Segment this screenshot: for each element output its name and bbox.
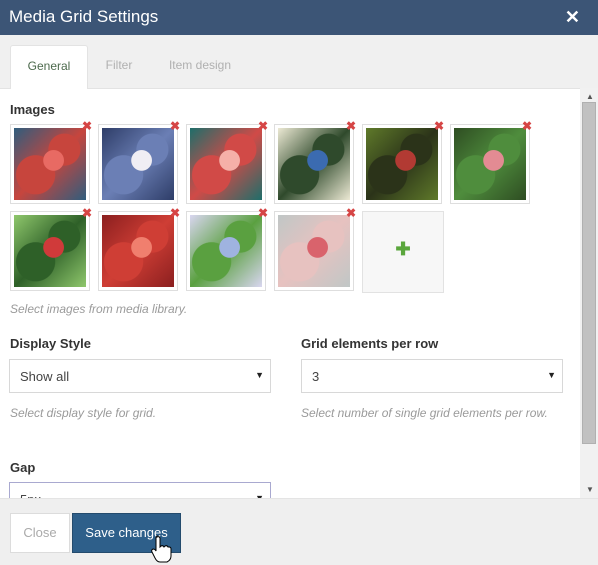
- dialog-footer: Close Save changes: [0, 498, 598, 565]
- chevron-down-icon: ▼: [547, 370, 556, 380]
- chevron-down-icon: ▼: [255, 370, 264, 380]
- tab-item-design[interactable]: Item design: [158, 45, 242, 88]
- grid-per-row-label: Grid elements per row: [301, 336, 439, 351]
- flower-image: [278, 128, 350, 200]
- image-thumbnail[interactable]: ✖: [10, 120, 92, 204]
- scroll-down-icon[interactable]: ▼: [586, 485, 594, 494]
- tab-bar: General Filter Item design: [0, 35, 598, 89]
- image-thumbnail[interactable]: ✖: [362, 120, 444, 204]
- delete-image-icon[interactable]: ✖: [257, 120, 269, 132]
- settings-content: Images ✖ ✖ ✖ ✖ ✖ ✖ ✖ ✖ ✖ ✖ ✚ Select images from m…: [0, 89, 578, 498]
- delete-image-icon[interactable]: ✖: [345, 207, 357, 219]
- flower-image: [278, 215, 350, 287]
- dialog-titlebar: Media Grid Settings ✕: [0, 0, 598, 35]
- image-thumbnail[interactable]: ✖: [274, 207, 356, 291]
- plus-icon: ✚: [395, 239, 411, 259]
- media-grid-settings-dialog: Media Grid Settings ✕ General Filter Ite…: [0, 0, 598, 565]
- tab-general[interactable]: General: [10, 45, 88, 89]
- display-style-select[interactable]: Show all ▼: [9, 359, 271, 393]
- scroll-thumb[interactable]: [582, 102, 596, 444]
- content-scrollbar[interactable]: ▲ ▼: [580, 88, 598, 498]
- delete-image-icon[interactable]: ✖: [81, 207, 93, 219]
- gap-label: Gap: [10, 460, 36, 475]
- flower-image: [366, 128, 438, 200]
- gap-select[interactable]: 5px ▼: [9, 482, 271, 498]
- image-thumbnail[interactable]: ✖: [450, 120, 532, 204]
- grid-per-row-select[interactable]: 3 ▼: [301, 359, 563, 393]
- image-thumbnail[interactable]: ✖: [186, 207, 268, 291]
- delete-image-icon[interactable]: ✖: [169, 207, 181, 219]
- flower-image: [190, 215, 262, 287]
- image-thumbnail[interactable]: ✖: [274, 120, 356, 204]
- grid-per-row-value: 3: [312, 369, 320, 384]
- flower-image: [14, 128, 86, 200]
- images-label: Images: [10, 102, 55, 117]
- delete-image-icon[interactable]: ✖: [169, 120, 181, 132]
- images-help: Select images from media library.: [10, 302, 188, 316]
- flower-image: [102, 128, 174, 200]
- delete-image-icon[interactable]: ✖: [521, 120, 533, 132]
- display-style-label: Display Style: [10, 336, 91, 351]
- grid-per-row-help: Select number of single grid elements pe…: [301, 406, 548, 420]
- display-style-help: Select display style for grid.: [10, 406, 157, 420]
- flower-image: [14, 215, 86, 287]
- flower-image: [102, 215, 174, 287]
- display-style-value: Show all: [20, 369, 70, 384]
- delete-image-icon[interactable]: ✖: [433, 120, 445, 132]
- image-thumbnail[interactable]: ✖: [10, 207, 92, 291]
- flower-image: [454, 128, 526, 200]
- close-button[interactable]: Close: [10, 513, 70, 553]
- flower-image: [190, 128, 262, 200]
- image-thumbnail[interactable]: ✖: [98, 120, 180, 204]
- add-image-button[interactable]: ✚: [362, 211, 444, 293]
- delete-image-icon[interactable]: ✖: [345, 120, 357, 132]
- dialog-title: Media Grid Settings: [9, 7, 159, 26]
- delete-image-icon[interactable]: ✖: [257, 207, 269, 219]
- image-thumbnail[interactable]: ✖: [98, 207, 180, 291]
- close-icon[interactable]: ✕: [565, 7, 580, 27]
- delete-image-icon[interactable]: ✖: [81, 120, 93, 132]
- scroll-up-icon[interactable]: ▲: [586, 92, 594, 101]
- tab-filter[interactable]: Filter: [94, 45, 144, 88]
- hand-cursor-icon: [151, 535, 172, 563]
- image-thumbnail[interactable]: ✖: [186, 120, 268, 204]
